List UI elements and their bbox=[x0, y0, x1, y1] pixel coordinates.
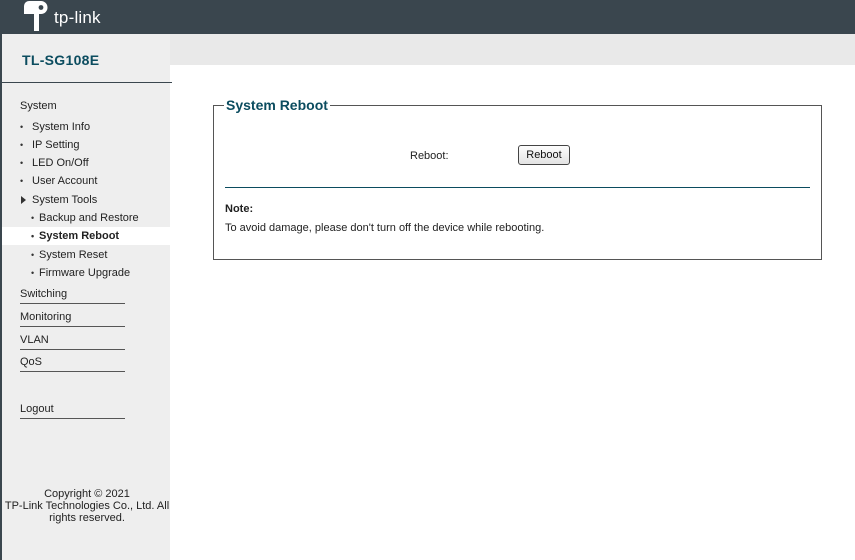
sidebar-item-system-info[interactable]: • System Info bbox=[2, 118, 172, 136]
sidebar-section-vlan[interactable]: VLAN bbox=[20, 334, 125, 350]
bullet-icon: • bbox=[31, 213, 35, 223]
brand-logo[interactable]: tp-link bbox=[20, 0, 101, 34]
sidebar-item-label: System Info bbox=[32, 121, 91, 133]
logo-text: tp-link bbox=[54, 8, 101, 27]
model-divider bbox=[2, 82, 172, 83]
bullet-icon: • bbox=[31, 268, 35, 278]
sidebar-item-user-account[interactable]: • User Account bbox=[2, 172, 172, 190]
sidebar-item-led-on-off[interactable]: • LED On/Off bbox=[2, 154, 172, 172]
sidebar-subitem-system-reboot[interactable]: • System Reboot bbox=[2, 227, 172, 245]
sidebar-subitem-system-reset[interactable]: • System Reset bbox=[2, 246, 172, 264]
top-header-bar: tp-link bbox=[0, 0, 855, 34]
sidebar: TL-SG108E System • System Info • IP Sett… bbox=[0, 34, 172, 560]
sidebar-section-qos[interactable]: QoS bbox=[20, 356, 125, 372]
copyright-line: rights reserved. bbox=[49, 512, 125, 524]
model-name: TL-SG108E bbox=[22, 52, 100, 68]
sidebar-item-label: Backup and Restore bbox=[39, 212, 139, 224]
note-text: To avoid damage, please don't turn off t… bbox=[225, 222, 545, 234]
bullet-icon: • bbox=[20, 140, 24, 150]
copyright-notice: Copyright © 2021 TP-Link Technologies Co… bbox=[2, 488, 172, 524]
sidebar-heading-system[interactable]: System bbox=[20, 100, 57, 112]
sidebar-item-label: User Account bbox=[32, 175, 98, 187]
bullet-icon: • bbox=[20, 176, 24, 186]
panel-title: System Reboot bbox=[224, 97, 330, 113]
sidebar-item-system-tools[interactable]: System Tools bbox=[2, 191, 172, 209]
sidebar-item-label: IP Setting bbox=[32, 139, 80, 151]
sidebar-item-label: System Reboot bbox=[39, 230, 120, 242]
bullet-icon: • bbox=[20, 158, 24, 168]
sidebar-item-ip-setting[interactable]: • IP Setting bbox=[2, 136, 172, 154]
reboot-label: Reboot: bbox=[410, 150, 449, 162]
note-title: Note: bbox=[225, 203, 254, 215]
bullet-icon: • bbox=[31, 250, 35, 260]
sidebar-subitem-firmware-upgrade[interactable]: • Firmware Upgrade bbox=[2, 264, 172, 282]
system-reboot-panel: System Reboot Reboot: Reboot Note: To av… bbox=[213, 97, 822, 260]
bullet-icon: • bbox=[20, 122, 24, 132]
sidebar-item-label: Firmware Upgrade bbox=[39, 267, 131, 279]
bullet-icon: • bbox=[31, 231, 35, 241]
sidebar-subitem-backup-and-restore[interactable]: • Backup and Restore bbox=[2, 209, 172, 227]
logout-link[interactable]: Logout bbox=[20, 403, 125, 419]
expand-triangle-icon bbox=[21, 196, 26, 204]
copyright-line: TP-Link Technologies Co., Ltd. All bbox=[4, 500, 170, 512]
sidebar-section-switching[interactable]: Switching bbox=[20, 288, 125, 304]
sidebar-item-label: LED On/Off bbox=[32, 157, 89, 169]
sidebar-section-monitoring[interactable]: Monitoring bbox=[20, 311, 125, 327]
sidebar-item-label: System Tools bbox=[32, 194, 98, 206]
tp-link-logo-icon bbox=[20, 0, 52, 34]
copyright-line: Copyright © 2021 bbox=[44, 488, 130, 500]
panel-divider bbox=[225, 187, 810, 188]
sidebar-item-label: System Reset bbox=[39, 249, 108, 261]
reboot-button[interactable]: Reboot bbox=[518, 145, 570, 165]
